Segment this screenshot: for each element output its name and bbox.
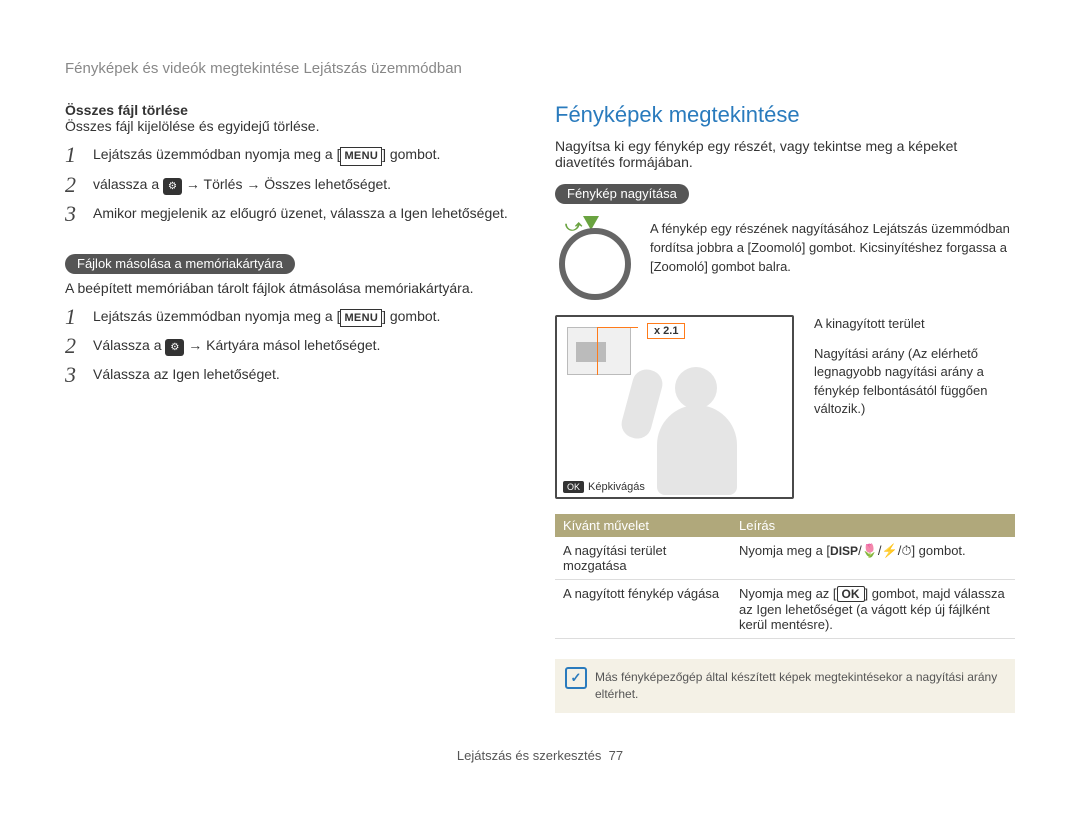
zoom-ratio-label: x 2.1 xyxy=(647,323,685,339)
zoom-section-pill: Fénykép nagyítása xyxy=(555,184,689,204)
step-text: Válassza az Igen lehetőséget. xyxy=(65,364,520,385)
step-text: Válassza a xyxy=(93,337,165,353)
page-header: Fényképek és videók megtekintése Lejátsz… xyxy=(65,60,1015,77)
left-column: Összes fájl törlése Összes fájl kijelölé… xyxy=(65,102,520,713)
note-icon: ✓ xyxy=(565,667,587,689)
operations-table: Kívánt művelet Leírás A nagyítási terüle… xyxy=(555,514,1015,639)
table-header: Kívánt művelet xyxy=(555,514,731,537)
step-text: → Kártyára másol lehetőséget. xyxy=(184,337,380,353)
delete-steps: Lejátszás üzemmódban nyomja meg a [MENU]… xyxy=(65,144,520,224)
step-text: → Törlés → Összes lehetőséget. xyxy=(182,176,391,192)
menu-icon: MENU xyxy=(340,309,382,328)
dial-text: A fénykép egy részének nagyításához Lejá… xyxy=(650,220,1015,277)
timer-icon: ⏱ xyxy=(901,543,911,558)
copy-steps: Lejátszás üzemmódban nyomja meg a [MENU]… xyxy=(65,306,520,386)
settings-icon: ⚙ xyxy=(165,339,184,356)
table-cell: A nagyított fénykép vágása xyxy=(555,580,731,639)
annotation-ratio: Nagyítási arány (Az elérhető legnagyobb … xyxy=(814,345,1015,418)
delete-all-desc: Összes fájl kijelölése és egyidejű törlé… xyxy=(65,118,520,134)
step-text: válassza a xyxy=(93,176,163,192)
macro-icon: 🌷 xyxy=(862,543,878,558)
copy-desc: A beépített memóriában tárolt fájlok átm… xyxy=(65,280,520,296)
step-text: ] gombot. xyxy=(382,146,440,162)
step-text: Lejátszás üzemmódban nyomja meg a [ xyxy=(93,308,340,324)
minimap xyxy=(567,327,631,375)
table-cell: A nagyítási terület mozgatása xyxy=(555,537,731,580)
annotation-area: A kinagyított terület xyxy=(814,315,1015,333)
section-title: Fényképek megtekintése xyxy=(555,102,1015,128)
ok-icon: OK xyxy=(563,481,584,493)
copy-section-pill: Fájlok másolása a memóriakártyára xyxy=(65,254,295,274)
page-footer: Lejátszás és szerkesztés 77 xyxy=(65,748,1015,763)
table-header: Leírás xyxy=(731,514,1015,537)
delete-all-title: Összes fájl törlése xyxy=(65,102,520,118)
preview-screen: x 2.1 OK Képkivágás xyxy=(555,315,794,499)
silhouette-graphic xyxy=(617,357,747,492)
step-text: Amikor megjelenik az előugró üzenet, vál… xyxy=(65,203,520,224)
crop-label: Képkivágás xyxy=(588,481,645,493)
note-box: ✓ Más fényképezőgép által készített képe… xyxy=(555,659,1015,713)
zoom-dial-icon: ⤻ xyxy=(555,220,635,300)
section-intro: Nagyítsa ki egy fénykép egy részét, vagy… xyxy=(555,138,1015,170)
table-cell: Nyomja meg az [OK] gombot, majd válassza… xyxy=(731,580,1015,639)
settings-icon: ⚙ xyxy=(163,178,182,195)
menu-icon: MENU xyxy=(340,147,382,166)
step-text: ] gombot. xyxy=(382,308,440,324)
ok-icon: OK xyxy=(837,586,865,602)
right-column: Fényképek megtekintése Nagyítsa ki egy f… xyxy=(555,102,1015,713)
disp-icon: DISP xyxy=(830,544,858,558)
flash-icon: ⚡ xyxy=(882,543,898,558)
table-cell: Nyomja meg a [DISP/🌷/⚡/⏱] gombot. xyxy=(731,537,1015,580)
step-text: Lejátszás üzemmódban nyomja meg a [ xyxy=(93,146,340,162)
